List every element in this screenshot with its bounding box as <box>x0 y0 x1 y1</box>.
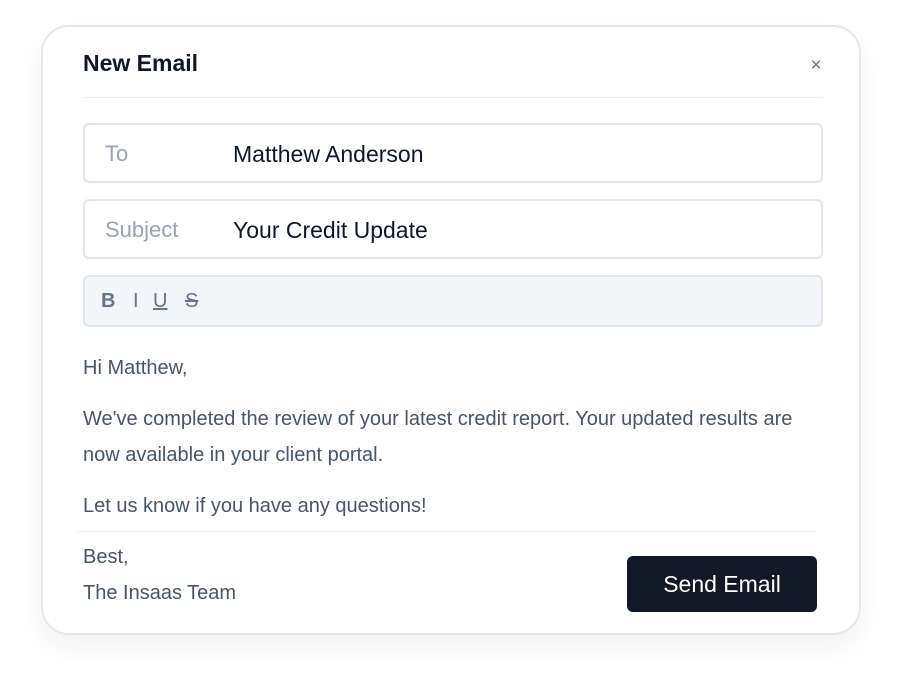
italic-button[interactable]: I <box>133 290 139 313</box>
compose-email-dialog: New Email × To Matthew Anderson Subject … <box>41 25 861 635</box>
subject-value[interactable]: Your Credit Update <box>233 217 428 244</box>
message-greeting[interactable]: Hi Matthew, <box>83 350 187 386</box>
message-closing-line[interactable]: Let us know if you have any questions! <box>83 488 427 524</box>
message-signoff[interactable]: Best, <box>83 539 129 575</box>
to-field[interactable]: To Matthew Anderson <box>83 123 823 183</box>
to-label: To <box>105 141 129 166</box>
dialog-title: New Email <box>83 50 199 76</box>
footer-divider <box>77 531 817 532</box>
bold-button[interactable]: B <box>101 290 115 313</box>
subject-label: Subject <box>105 217 179 242</box>
close-icon: × <box>810 55 822 76</box>
close-button[interactable]: × <box>803 53 829 79</box>
send-email-button[interactable]: Send Email <box>627 556 817 612</box>
underline-button[interactable]: U <box>153 290 167 313</box>
to-value[interactable]: Matthew Anderson <box>233 141 424 168</box>
subject-field[interactable]: Subject Your Credit Update <box>83 199 823 259</box>
formatting-toolbar: B I U S <box>83 275 823 327</box>
message-signature[interactable]: The Insaas Team <box>83 575 236 611</box>
strikethrough-button[interactable]: S <box>185 290 198 313</box>
header-divider <box>83 97 823 98</box>
message-paragraph[interactable]: We've completed the review of your lates… <box>83 401 813 473</box>
